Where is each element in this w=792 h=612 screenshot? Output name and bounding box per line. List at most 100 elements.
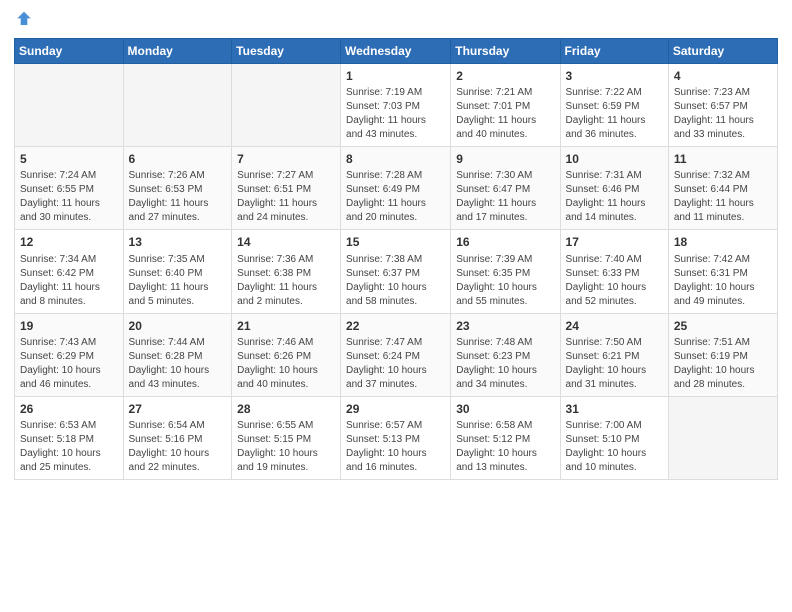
weekday-saturday: Saturday — [668, 39, 777, 64]
day-info: Sunrise: 7:40 AM Sunset: 6:33 PM Dayligh… — [566, 253, 663, 309]
day-cell-9: 9 Sunrise: 7:30 AM Sunset: 6:47 PM Daylig… — [451, 147, 560, 230]
day-info: Sunrise: 6:53 AM Sunset: 5:18 PM Dayligh… — [20, 419, 118, 475]
day-info: Sunrise: 7:36 AM Sunset: 6:38 PM Dayligh… — [237, 253, 335, 309]
day-info: Sunrise: 7:48 AM Sunset: 6:23 PM Dayligh… — [456, 336, 554, 392]
page-container: SundayMondayTuesdayWednesdayThursdayFrid… — [0, 0, 792, 488]
day-number: 1 — [346, 68, 445, 84]
day-info: Sunrise: 7:26 AM Sunset: 6:53 PM Dayligh… — [129, 169, 227, 225]
calendar: SundayMondayTuesdayWednesdayThursdayFrid… — [14, 38, 778, 480]
day-cell-5: 5 Sunrise: 7:24 AM Sunset: 6:55 PM Daylig… — [15, 147, 124, 230]
week-row-5: 26 Sunrise: 6:53 AM Sunset: 5:18 PM Dayli… — [15, 396, 778, 479]
day-info: Sunrise: 7:31 AM Sunset: 6:46 PM Dayligh… — [566, 169, 663, 225]
day-info: Sunrise: 7:50 AM Sunset: 6:21 PM Dayligh… — [566, 336, 663, 392]
day-number: 2 — [456, 68, 554, 84]
day-cell-12: 12Sunrise: 7:34 AM Sunset: 6:42 PM Dayli… — [15, 230, 124, 313]
day-info: Sunrise: 7:34 AM Sunset: 6:42 PM Dayligh… — [20, 253, 118, 309]
day-cell-7: 7 Sunrise: 7:27 AM Sunset: 6:51 PM Daylig… — [232, 147, 341, 230]
day-cell-1: 1 Sunrise: 7:19 AM Sunset: 7:03 PM Daylig… — [341, 64, 451, 147]
day-cell-24: 24Sunrise: 7:50 AM Sunset: 6:21 PM Dayli… — [560, 313, 668, 396]
day-info: Sunrise: 7:35 AM Sunset: 6:40 PM Dayligh… — [129, 253, 227, 309]
day-cell-4: 4 Sunrise: 7:23 AM Sunset: 6:57 PM Daylig… — [668, 64, 777, 147]
day-cell-29: 29 Sunrise: 6:57 AM Sunset: 5:13 PM Dayli… — [341, 396, 451, 479]
day-info: Sunrise: 6:55 AM Sunset: 5:15 PM Dayligh… — [237, 419, 335, 475]
day-info: Sunrise: 7:46 AM Sunset: 6:26 PM Dayligh… — [237, 336, 335, 392]
day-cell-6: 6 Sunrise: 7:26 AM Sunset: 6:53 PM Daylig… — [123, 147, 232, 230]
day-number: 11 — [674, 151, 772, 167]
day-info: Sunrise: 6:54 AM Sunset: 5:16 PM Dayligh… — [129, 419, 227, 475]
day-number: 9 — [456, 151, 554, 167]
day-cell-18: 18 Sunrise: 7:42 AM Sunset: 6:31 PM Dayli… — [668, 230, 777, 313]
day-info: Sunrise: 7:19 AM Sunset: 7:03 PM Dayligh… — [346, 86, 445, 142]
day-number: 27 — [129, 401, 227, 417]
day-info: Sunrise: 7:28 AM Sunset: 6:49 PM Dayligh… — [346, 169, 445, 225]
day-info: Sunrise: 7:39 AM Sunset: 6:35 PM Dayligh… — [456, 253, 554, 309]
day-info: Sunrise: 7:23 AM Sunset: 6:57 PM Dayligh… — [674, 86, 772, 142]
weekday-sunday: Sunday — [15, 39, 124, 64]
week-row-2: 5 Sunrise: 7:24 AM Sunset: 6:55 PM Daylig… — [15, 147, 778, 230]
day-cell-2: 2 Sunrise: 7:21 AM Sunset: 7:01 PM Daylig… — [451, 64, 560, 147]
day-number: 29 — [346, 401, 445, 417]
day-cell-30: 30 Sunrise: 6:58 AM Sunset: 5:12 PM Dayli… — [451, 396, 560, 479]
day-cell-22: 22 Sunrise: 7:47 AM Sunset: 6:24 PM Dayli… — [341, 313, 451, 396]
weekday-tuesday: Tuesday — [232, 39, 341, 64]
weekday-monday: Monday — [123, 39, 232, 64]
day-number: 20 — [129, 318, 227, 334]
weekday-wednesday: Wednesday — [341, 39, 451, 64]
day-cell-3: 3Sunrise: 7:22 AM Sunset: 6:59 PM Daylig… — [560, 64, 668, 147]
weekday-friday: Friday — [560, 39, 668, 64]
day-number: 26 — [20, 401, 118, 417]
empty-cell — [15, 64, 124, 147]
day-number: 5 — [20, 151, 118, 167]
day-number: 16 — [456, 234, 554, 250]
day-info: Sunrise: 7:44 AM Sunset: 6:28 PM Dayligh… — [129, 336, 227, 392]
day-info: Sunrise: 7:24 AM Sunset: 6:55 PM Dayligh… — [20, 169, 118, 225]
day-cell-28: 28Sunrise: 6:55 AM Sunset: 5:15 PM Dayli… — [232, 396, 341, 479]
day-info: Sunrise: 7:47 AM Sunset: 6:24 PM Dayligh… — [346, 336, 445, 392]
day-number: 3 — [566, 68, 663, 84]
day-info: Sunrise: 7:32 AM Sunset: 6:44 PM Dayligh… — [674, 169, 772, 225]
day-info: Sunrise: 7:00 AM Sunset: 5:10 PM Dayligh… — [566, 419, 663, 475]
day-cell-10: 10 Sunrise: 7:31 AM Sunset: 6:46 PM Dayli… — [560, 147, 668, 230]
day-number: 4 — [674, 68, 772, 84]
day-info: Sunrise: 7:42 AM Sunset: 6:31 PM Dayligh… — [674, 253, 772, 309]
day-info: Sunrise: 6:57 AM Sunset: 5:13 PM Dayligh… — [346, 419, 445, 475]
day-number: 15 — [346, 234, 445, 250]
weekday-header-row: SundayMondayTuesdayWednesdayThursdayFrid… — [15, 39, 778, 64]
day-number: 7 — [237, 151, 335, 167]
day-number: 6 — [129, 151, 227, 167]
header — [14, 10, 778, 30]
empty-cell — [668, 396, 777, 479]
day-number: 10 — [566, 151, 663, 167]
week-row-4: 19Sunrise: 7:43 AM Sunset: 6:29 PM Dayli… — [15, 313, 778, 396]
day-number: 19 — [20, 318, 118, 334]
day-number: 31 — [566, 401, 663, 417]
day-number: 8 — [346, 151, 445, 167]
day-info: Sunrise: 7:30 AM Sunset: 6:47 PM Dayligh… — [456, 169, 554, 225]
week-row-3: 12Sunrise: 7:34 AM Sunset: 6:42 PM Dayli… — [15, 230, 778, 313]
day-number: 21 — [237, 318, 335, 334]
day-number: 30 — [456, 401, 554, 417]
empty-cell — [232, 64, 341, 147]
day-info: Sunrise: 6:58 AM Sunset: 5:12 PM Dayligh… — [456, 419, 554, 475]
empty-cell — [123, 64, 232, 147]
day-cell-26: 26 Sunrise: 6:53 AM Sunset: 5:18 PM Dayli… — [15, 396, 124, 479]
day-info: Sunrise: 7:21 AM Sunset: 7:01 PM Dayligh… — [456, 86, 554, 142]
day-cell-16: 16 Sunrise: 7:39 AM Sunset: 6:35 PM Dayli… — [451, 230, 560, 313]
logo-icon — [14, 10, 34, 30]
day-cell-31: 31 Sunrise: 7:00 AM Sunset: 5:10 PM Dayli… — [560, 396, 668, 479]
day-cell-11: 11 Sunrise: 7:32 AM Sunset: 6:44 PM Dayli… — [668, 147, 777, 230]
day-cell-17: 17Sunrise: 7:40 AM Sunset: 6:33 PM Dayli… — [560, 230, 668, 313]
day-cell-13: 13Sunrise: 7:35 AM Sunset: 6:40 PM Dayli… — [123, 230, 232, 313]
logo — [14, 10, 38, 30]
day-cell-14: 14 Sunrise: 7:36 AM Sunset: 6:38 PM Dayli… — [232, 230, 341, 313]
day-number: 22 — [346, 318, 445, 334]
day-number: 18 — [674, 234, 772, 250]
day-number: 14 — [237, 234, 335, 250]
day-cell-19: 19Sunrise: 7:43 AM Sunset: 6:29 PM Dayli… — [15, 313, 124, 396]
weekday-thursday: Thursday — [451, 39, 560, 64]
day-cell-25: 25Sunrise: 7:51 AM Sunset: 6:19 PM Dayli… — [668, 313, 777, 396]
day-cell-20: 20 Sunrise: 7:44 AM Sunset: 6:28 PM Dayli… — [123, 313, 232, 396]
week-row-1: 1 Sunrise: 7:19 AM Sunset: 7:03 PM Daylig… — [15, 64, 778, 147]
day-cell-15: 15Sunrise: 7:38 AM Sunset: 6:37 PM Dayli… — [341, 230, 451, 313]
day-info: Sunrise: 7:27 AM Sunset: 6:51 PM Dayligh… — [237, 169, 335, 225]
